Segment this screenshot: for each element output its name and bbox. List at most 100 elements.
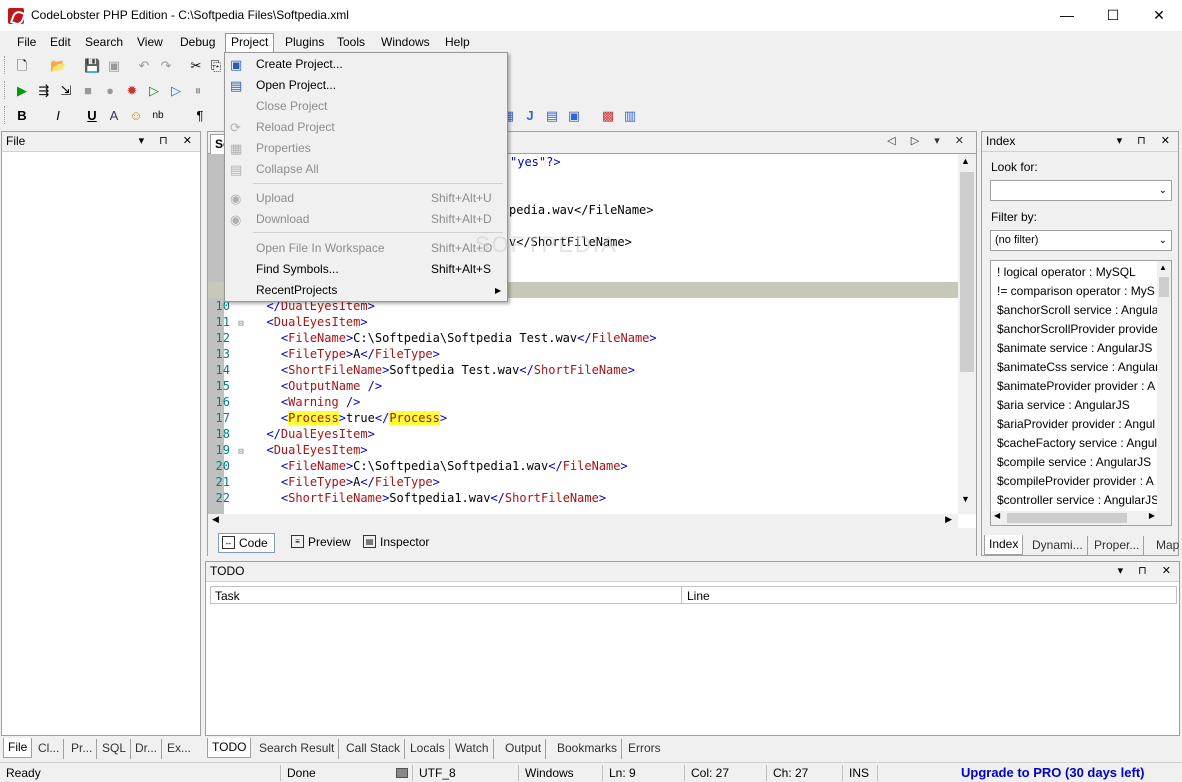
open-folder-icon[interactable]: 📂 [50, 58, 66, 74]
pause-icon[interactable]: ⏸ [190, 83, 206, 99]
tab-file[interactable]: File [3, 738, 33, 758]
index-list-item[interactable]: $animateProvider provider : A [997, 377, 1155, 396]
step-into-icon[interactable]: ⇲ [58, 83, 74, 99]
index-vscroll[interactable]: ▲ [1157, 261, 1171, 511]
index-list-item[interactable]: $ariaProvider provider : Angul [997, 415, 1155, 434]
code-line[interactable]: 21 <FileType>A</FileType> [208, 474, 440, 490]
paragraph-icon[interactable]: ¶ [192, 108, 208, 124]
maximize-button[interactable]: ☐ [1090, 0, 1136, 31]
filter-by-combo[interactable]: (no filter) ⌄ [990, 230, 1172, 251]
step-over-icon[interactable]: ▷ [168, 83, 184, 99]
index-list-item[interactable]: $anchorScrollProvider provide [997, 320, 1158, 339]
index-list-item[interactable]: ! logical operator : MySQL [997, 263, 1136, 282]
index-list-item[interactable]: $animateCss service : Angular [997, 358, 1159, 377]
tab-project[interactable]: Pr... [67, 739, 98, 759]
upgrade-link[interactable]: Upgrade to PRO (30 days left) [961, 765, 1144, 780]
column-task[interactable]: Task [215, 589, 240, 603]
copy-icon[interactable]: ⎘ [208, 58, 224, 74]
italic-icon[interactable]: I [50, 108, 66, 124]
undo-icon[interactable]: ↶ [136, 58, 152, 74]
tab-class[interactable]: Cl... [34, 739, 65, 759]
index-list[interactable]: ! logical operator : MySQL != comparison … [990, 260, 1172, 526]
menu-item-create-project[interactable]: ▣ Create Project... [227, 54, 505, 75]
index-list-item[interactable]: $controller service : AngularJS [997, 491, 1159, 510]
new-file-icon[interactable]: 🗋 [14, 58, 30, 74]
panel-controls[interactable]: ▾ ⊓ ✕ [139, 132, 198, 151]
menu-project[interactable]: Project [225, 33, 275, 53]
code-line[interactable]: 16 <Warning /> [208, 394, 361, 410]
javascript-icon[interactable]: J [522, 108, 538, 124]
look-for-combo[interactable]: ⌄ [990, 180, 1172, 201]
save-icon[interactable]: 💾 [84, 58, 100, 74]
cut-icon[interactable]: ✂ [188, 58, 204, 74]
menu-view[interactable]: View [132, 34, 168, 52]
horizontal-scrollbar[interactable]: ◀ ▶ [208, 514, 958, 528]
step-icon[interactable]: ⇶ [36, 83, 52, 99]
redo-icon[interactable]: ↷ [158, 58, 174, 74]
code-line[interactable]: 12 <FileName>C:\Softpedia\Softpedia Test… [208, 330, 657, 346]
tab-call-stack[interactable]: Call Stack [342, 739, 406, 759]
menu-edit[interactable]: Edit [45, 34, 76, 52]
index-list-item[interactable]: $animate service : AngularJS [997, 339, 1152, 358]
status-line-ending[interactable]: Windows [525, 766, 574, 780]
tab-todo[interactable]: TODO [207, 738, 252, 758]
close-button[interactable]: ✕ [1136, 0, 1182, 31]
code-line[interactable]: 19 ⊟ <DualEyesItem> [208, 442, 368, 458]
nobreak-icon[interactable]: nb [150, 108, 166, 124]
tab-map[interactable]: Map [1152, 536, 1182, 556]
code-line[interactable]: 15 <OutputName /> [208, 378, 383, 394]
bold-icon[interactable]: B [14, 108, 30, 124]
tab-properties[interactable]: Proper... [1090, 536, 1145, 556]
menu-item-recentprojects[interactable]: RecentProjects ▶ [227, 280, 505, 301]
save-all-icon[interactable]: ▣ [106, 58, 122, 74]
code-line[interactable]: 13 <FileType>A</FileType> [208, 346, 440, 362]
vertical-scrollbar[interactable]: ▲ ▼ [958, 154, 976, 514]
menu-file[interactable]: File [12, 34, 41, 52]
status-encoding[interactable]: UTF_8 [419, 766, 456, 780]
tab-code[interactable]: ↔ Code [218, 533, 275, 553]
tab-preview[interactable]: ≡ Preview [288, 533, 357, 553]
editor-tab-nav[interactable]: ◁ ▷ ▾ ✕ [887, 134, 970, 147]
index-list-item[interactable]: $compileProvider provider : A [997, 472, 1154, 491]
menu-tools[interactable]: Tools [332, 34, 370, 52]
index-hscroll[interactable]: ◀ ▶ [991, 511, 1171, 525]
continue-icon[interactable]: ▷ [146, 83, 162, 99]
tab-search-result[interactable]: Search Result [255, 739, 340, 759]
tab-output[interactable]: Output [501, 739, 547, 759]
menu-debug[interactable]: Debug [175, 34, 220, 52]
index-list-item[interactable]: != comparison operator : MyS [997, 282, 1155, 301]
form-icon[interactable]: ▤ [544, 108, 560, 124]
code-line[interactable]: 18 </DualEyesItem> [208, 426, 375, 442]
run-icon[interactable]: ▶ [14, 83, 30, 99]
underline-icon[interactable]: U [84, 108, 100, 124]
tab-errors[interactable]: Errors [624, 739, 665, 759]
menu-item-upload[interactable]: ◉ Upload Shift+Alt+U [227, 188, 505, 209]
image-icon[interactable]: ▩ [600, 108, 616, 124]
panel-controls[interactable]: ▾ ⊓ ✕ [1117, 132, 1176, 151]
menu-search[interactable]: Search [80, 34, 128, 52]
index-list-item[interactable]: $aria service : AngularJS [997, 396, 1130, 415]
menu-item-close-project[interactable]: Close Project [227, 96, 505, 117]
menu-item-reload-project[interactable]: ⟳ Reload Project [227, 117, 505, 138]
index-list-item[interactable]: $cacheFactory service : Angul [997, 434, 1157, 453]
menu-help[interactable]: Help [440, 34, 475, 52]
tab-sql[interactable]: SQL [98, 739, 132, 759]
input-icon[interactable]: ▣ [566, 108, 582, 124]
code-line[interactable]: 11 ⊟ <DualEyesItem> [208, 314, 368, 330]
code-line[interactable]: 14 <ShortFileName>Softpedia Test.wav</Sh… [208, 362, 635, 378]
panel-controls[interactable]: ▾ ⊓ ✕ [1118, 562, 1177, 581]
stop-icon[interactable]: ■ [80, 83, 96, 99]
breakpoint-icon[interactable]: ● [102, 83, 118, 99]
menu-item-download[interactable]: ◉ Download Shift+Alt+D [227, 209, 505, 230]
menu-item-open-project[interactable]: ▤ Open Project... [227, 75, 505, 96]
emoji-icon[interactable]: ☺ [128, 108, 144, 124]
code-line[interactable]: 22 <ShortFileName>Softpedia1.wav</ShortF… [208, 490, 607, 506]
tab-drivers[interactable]: Dr... [131, 739, 163, 759]
code-line[interactable]: 20 <FileName>C:\Softpedia\Softpedia1.wav… [208, 458, 628, 474]
font-icon[interactable]: A [106, 108, 122, 124]
tab-bookmarks[interactable]: Bookmarks [553, 739, 623, 759]
tab-inspector[interactable]: ▤ Inspector [360, 533, 435, 553]
tab-watch[interactable]: Watch [451, 739, 494, 759]
frame-icon[interactable]: ▥ [622, 108, 638, 124]
clear-breakpoints-icon[interactable]: ✹ [124, 83, 140, 99]
